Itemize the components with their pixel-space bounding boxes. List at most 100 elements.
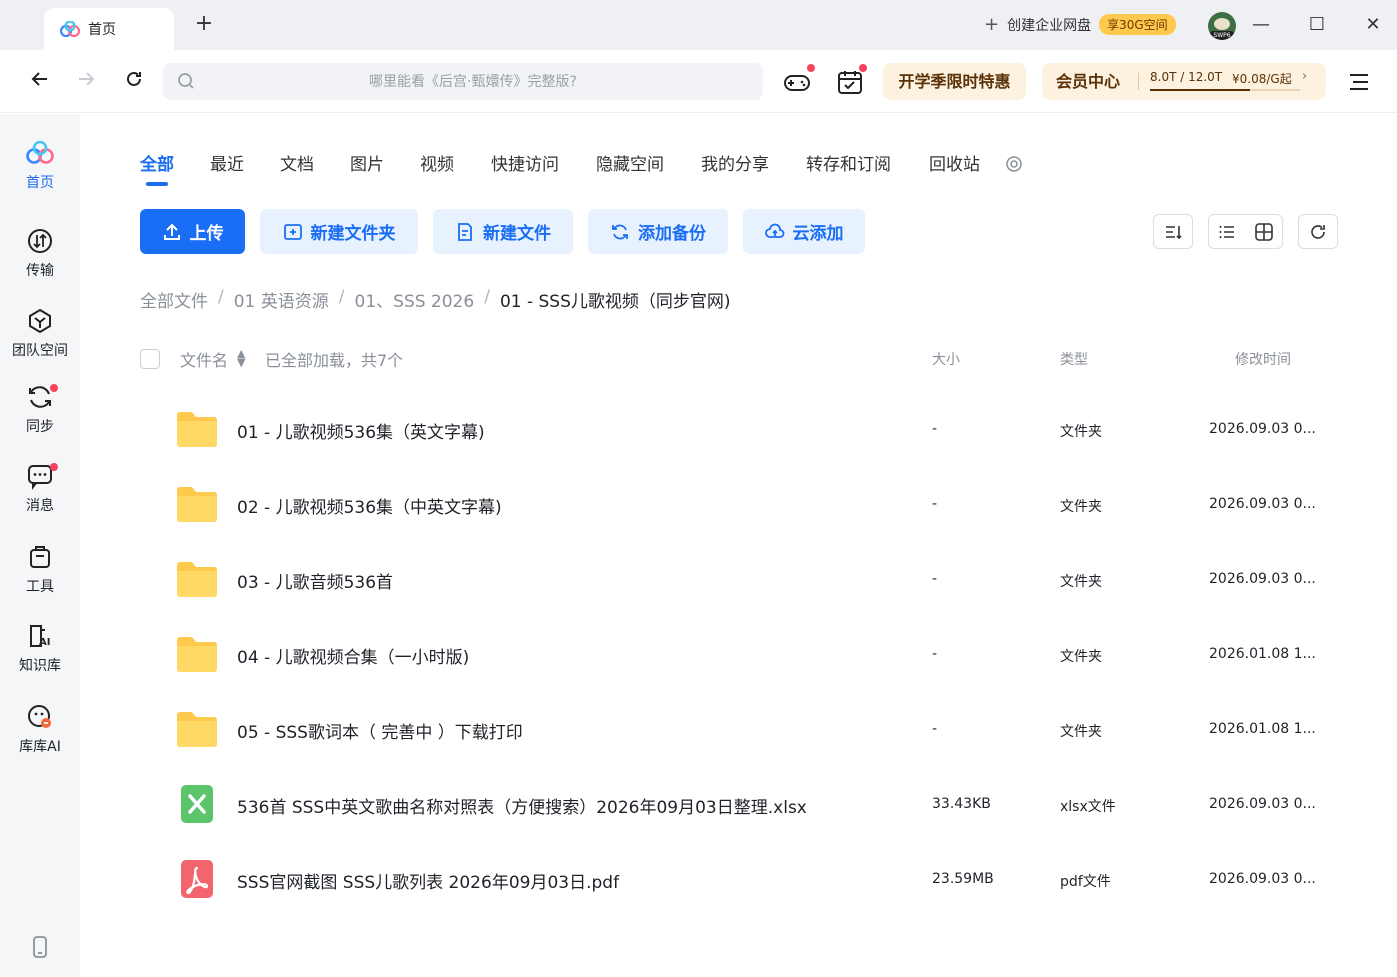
sort-toggle-icon[interactable]: ▲ ▼ [237,348,245,368]
sort-icon [1166,225,1182,239]
grid-view-icon[interactable] [1254,222,1274,242]
knowledge-base-icon: AI [30,625,50,648]
minimize-button[interactable]: — [1248,12,1274,38]
sync-notification-dot [50,384,58,392]
file-size: - [932,571,938,587]
tab-all[interactable]: 全部 [140,150,174,186]
new-file-button[interactable]: 新建文件 [433,209,573,254]
search-input[interactable] [203,63,743,100]
breadcrumb-item[interactable]: 全部文件 [140,287,208,312]
file-name[interactable]: SSS官网截图 SSS儿歌列表 2026年09月03日.pdf [237,868,619,893]
cloud-upload-icon [764,223,784,238]
table-row[interactable]: SSS官网截图 SSS儿歌列表 2026年09月03日.pdf 23.59MB … [140,842,1340,917]
file-type: 文件夹 [1060,499,1102,515]
file-name[interactable]: 03 - 儿歌音频536首 [237,568,393,593]
column-header-type[interactable]: 类型 [1060,349,1088,369]
promo-button[interactable]: 开学季限时特惠 [883,63,1026,100]
table-row[interactable]: 03 - 儿歌音频536首 - 文件夹 2026.09.03 0... [140,542,1340,617]
file-size: - [932,496,938,512]
search-bar[interactable] [163,63,763,100]
cloud-add-button[interactable]: 云添加 [743,209,865,254]
sidebar-item-tools[interactable]: 工具 [0,542,80,612]
column-header-name[interactable]: 文件名 [180,347,228,371]
sidebar-item-home[interactable]: 首页 [0,138,80,208]
list-view-icon[interactable] [1217,222,1237,242]
checkin-notification-dot [859,64,867,72]
file-modified-time: 2026.01.08 1... [1209,721,1316,737]
table-row[interactable]: 02 - 儿歌视频536集（中英文字幕) - 文件夹 2026.09.03 0.… [140,467,1340,542]
sidebar-item-knowledge[interactable]: AI 知识库 [0,621,80,691]
column-header-size[interactable]: 大小 [932,349,960,369]
sidebar-item-team[interactable]: 团队空间 [0,306,80,376]
table-row[interactable]: 536首 SSS中英文歌曲名称对照表（方便搜索）2026年09月03日整理.xl… [140,767,1340,842]
forward-button[interactable] [72,68,100,96]
folder-icon [177,412,217,447]
menu-icon[interactable] [1348,72,1370,92]
file-modified-time: 2026.01.08 1... [1209,646,1316,662]
table-row[interactable]: 01 - 儿歌视频536集（英文字幕) - 文件夹 2026.09.03 0..… [140,392,1340,467]
sort-button[interactable] [1153,214,1193,249]
tab-videos[interactable]: 视频 [420,150,454,180]
file-name[interactable]: 536首 SSS中英文歌曲名称对照表（方便搜索）2026年09月03日整理.xl… [237,793,807,818]
file-name[interactable]: 04 - 儿歌视频合集（一小时版) [237,643,469,668]
select-all-checkbox[interactable] [140,349,160,369]
sidebar-item-sync[interactable]: 同步 [0,382,80,452]
table-row[interactable]: 05 - SSS歌词本（ 完善中 ）下载打印 - 文件夹 2026.01.08 … [140,692,1340,767]
sidebar-item-kuku-ai[interactable]: 库库AI [0,702,80,772]
tab-saved-subscriptions[interactable]: 转存和订阅 [806,150,891,180]
game-icon[interactable] [783,68,811,96]
tab-quick-access[interactable]: 快捷访问 [491,150,559,180]
tab-home[interactable]: 首页 [44,8,174,50]
member-center[interactable]: 会员中心 8.0T / 12.0T ¥0.08/G起 › [1042,63,1326,100]
svg-text:AI: AI [39,637,50,648]
file-size: 33.43KB [932,796,991,812]
column-header-time[interactable]: 修改时间 [1235,349,1291,369]
maximize-button[interactable]: ☐ [1304,12,1330,38]
app-logo-icon [60,21,80,37]
tab-images[interactable]: 图片 [350,150,384,180]
cloud-add-label: 云添加 [792,224,844,244]
file-name[interactable]: 02 - 儿歌视频536集（中英文字幕) [237,493,502,518]
new-folder-label: 新建文件夹 [310,224,396,244]
sidebar-label-knowledge: 知识库 [19,658,61,674]
new-tab-button[interactable]: + [192,12,216,36]
tab-settings-icon[interactable] [1005,155,1023,173]
mobile-phone-icon[interactable] [30,936,50,958]
file-size: 23.59MB [932,871,994,887]
checkin-calendar-icon[interactable] [836,68,864,96]
tab-recycle-bin[interactable]: 回收站 [929,150,980,180]
back-button[interactable] [26,68,54,96]
breadcrumb-separator: / [218,287,224,307]
table-row[interactable]: 04 - 儿歌视频合集（一小时版) - 文件夹 2026.01.08 1... [140,617,1340,692]
reload-button[interactable] [1298,214,1338,249]
file-size: - [932,421,938,437]
file-modified-time: 2026.09.03 0... [1209,571,1316,587]
sidebar-item-transfer[interactable]: 传输 [0,226,80,296]
tab-hidden-space[interactable]: 隐藏空间 [596,150,664,180]
create-enterprise-button[interactable]: + 创建企业网盘 享30G空间 [984,14,1176,35]
tab-recent[interactable]: 最近 [210,150,244,180]
view-toggle[interactable] [1208,214,1283,249]
upload-button[interactable]: 上传 [140,209,245,254]
file-name[interactable]: 05 - SSS歌词本（ 完善中 ）下载打印 [237,718,523,743]
sidebar-label-kuku-ai: 库库AI [19,739,61,755]
breadcrumb-item[interactable]: 01 英语资源 [234,287,329,312]
upload-label: 上传 [189,224,224,244]
refresh-icon [127,71,141,86]
avatar[interactable]: SWP6 [1208,12,1236,40]
tab-my-shares[interactable]: 我的分享 [701,150,769,180]
tab-documents[interactable]: 文档 [280,150,314,180]
close-button[interactable]: ✕ [1360,12,1386,38]
new-folder-button[interactable]: 新建文件夹 [260,209,418,254]
breadcrumb-item[interactable]: 01、SSS 2026 [355,287,475,312]
file-type: xlsx文件 [1060,799,1116,815]
file-name[interactable]: 01 - 儿歌视频536集（英文字幕) [237,418,485,443]
storage-progress-bar [1150,89,1300,91]
refresh-button[interactable] [120,68,148,96]
add-backup-button[interactable]: 添加备份 [588,209,728,254]
pdf-file-icon [181,860,213,898]
table-header: 文件名 ▲ ▼ 已全部加载，共7个 大小 类型 修改时间 [140,347,1340,371]
sidebar-item-messages[interactable]: 消息 [0,461,80,531]
title-bar: 首页 + + 创建企业网盘 享30G空间 SWP6 — ☐ ✕ [0,0,1397,50]
add-backup-label: 添加备份 [638,224,706,244]
